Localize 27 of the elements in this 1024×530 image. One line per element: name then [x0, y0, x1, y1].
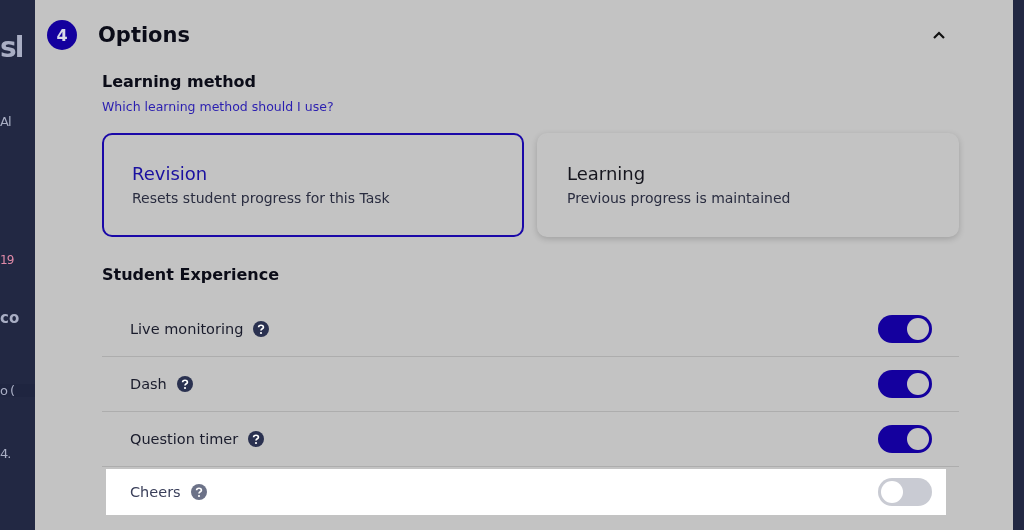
help-icon[interactable] — [176, 376, 193, 392]
help-icon[interactable] — [253, 321, 270, 337]
option-title: Learning — [567, 163, 647, 184]
step-number-badge: 4 — [47, 20, 77, 50]
setting-label: Dash — [130, 376, 167, 392]
background-text: co — [0, 311, 21, 326]
background-text: 4. — [0, 447, 12, 460]
section-heading: Learning method — [102, 72, 258, 91]
background-text: 19 — [0, 254, 15, 266]
help-icon[interactable] — [248, 431, 265, 447]
toggle-switch[interactable] — [878, 478, 932, 506]
setting-label: Cheers — [130, 484, 181, 500]
setting-label: Live monitoring — [130, 321, 244, 337]
toggle-switch[interactable] — [878, 370, 932, 398]
section-heading: Student Experience — [102, 265, 280, 284]
option-title: Revision — [132, 163, 209, 184]
section-title: Options — [98, 23, 191, 47]
help-link[interactable]: Which learning method should I use? — [102, 99, 334, 114]
option-description: Previous progress is maintained — [567, 190, 792, 206]
option-description: Resets student progress for this Task — [132, 190, 391, 206]
toggle-switch[interactable] — [878, 315, 932, 343]
method-option-card[interactable]: Revision Resets student progress for this Task — [102, 133, 524, 237]
method-option-card[interactable]: Learning Previous progress is maintained — [537, 133, 959, 237]
toggle-switch[interactable] — [878, 425, 932, 453]
background-text: sl — [0, 34, 24, 62]
setting-label: Question timer — [130, 431, 239, 447]
background-text: Al — [0, 115, 12, 128]
